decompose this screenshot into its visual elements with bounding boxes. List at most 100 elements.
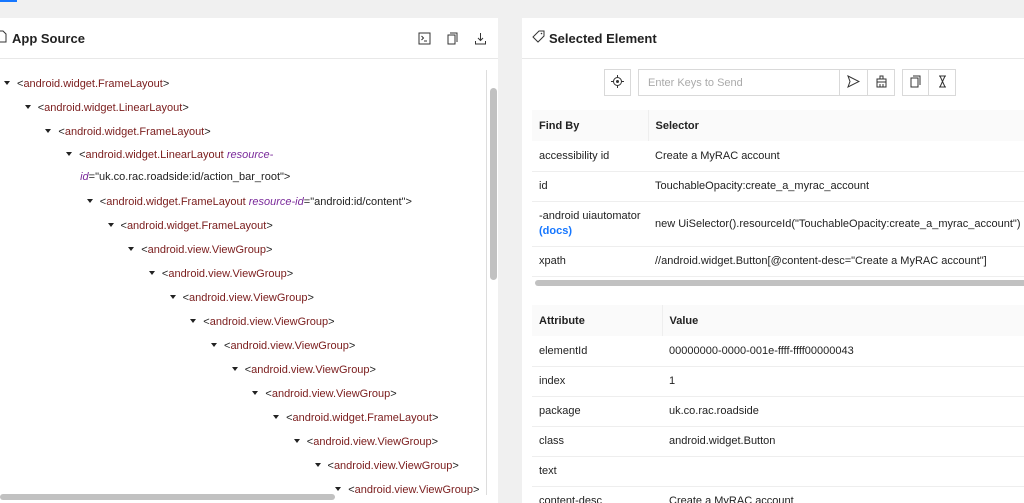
attribute-value[interactable]: 1	[662, 366, 1024, 397]
selected-element-header: Selected Element	[522, 18, 1024, 59]
source-tree: <android.widget.FrameLayout> <android.wid…	[0, 70, 487, 495]
send-keys-input[interactable]	[638, 69, 840, 96]
expand-triangle-icon[interactable]	[293, 439, 300, 444]
node-tag: android.view.ViewGroup	[354, 484, 474, 495]
expand-triangle-icon[interactable]	[314, 463, 321, 468]
node-tag: android.widget.FrameLayout	[64, 126, 205, 138]
element-actions-toolbar	[604, 69, 956, 96]
node-attr-value: "android:id/content"	[310, 196, 406, 208]
tree-node[interactable]: <android.view.ViewGroup>	[252, 382, 397, 406]
tree-node[interactable]: <android.widget.FrameLayout>	[107, 214, 273, 238]
node-tag: android.view.ViewGroup	[251, 364, 370, 376]
column-header-attribute: Attribute	[532, 305, 663, 336]
expand-triangle-icon[interactable]	[211, 343, 217, 348]
expand-triangle-icon[interactable]	[231, 367, 238, 372]
expand-triangle-icon[interactable]	[335, 487, 342, 492]
tag-icon	[532, 30, 545, 46]
attribute-value[interactable]: android.widget.Button	[662, 426, 1024, 457]
attribute-name: package	[532, 396, 662, 427]
selector-value[interactable]: TouchableOpacity:create_a_myrac_account	[648, 171, 1024, 202]
find-by-cell: id	[532, 171, 648, 202]
attribute-row: content-desc Create a MyRAC account	[532, 486, 1024, 503]
tree-node[interactable]: <android.widget.LinearLayout>	[24, 96, 189, 120]
tap-element-button[interactable]	[604, 69, 631, 96]
node-tag: android.widget.FrameLayout	[292, 412, 432, 424]
tree-vertical-scrollbar[interactable]	[490, 88, 497, 280]
attribute-value[interactable]: Create a MyRAC account	[662, 486, 1024, 503]
copy-icon[interactable]	[444, 30, 460, 46]
attribute-value[interactable]: uk.co.rac.roadside	[662, 396, 1024, 427]
attribute-row: index 1	[532, 366, 1024, 397]
expand-triangle-icon[interactable]	[86, 199, 93, 204]
attribute-row: package uk.co.rac.roadside	[532, 396, 1024, 427]
selector-value[interactable]: Create a MyRAC account	[648, 141, 1024, 172]
expand-triangle-icon[interactable]	[45, 129, 52, 134]
tree-node[interactable]: <android.widget.FrameLayout>	[273, 406, 438, 430]
tree-node[interactable]: <android.view.ViewGroup>	[128, 238, 272, 262]
node-tag: android.widget.FrameLayout	[106, 196, 246, 208]
expand-triangle-icon[interactable]	[190, 319, 197, 324]
tree-node[interactable]: <android.widget.FrameLayout>	[4, 72, 169, 96]
send-keys-button[interactable]	[840, 69, 868, 96]
node-tag: android.widget.FrameLayout	[23, 78, 163, 90]
find-by-label: -android uiautomator	[539, 209, 641, 222]
selector-row: -android uiautomator (docs) new UiSelector…	[532, 201, 1024, 247]
node-attr: resource-	[226, 149, 274, 161]
tree-node[interactable]: <android.view.ViewGroup>	[335, 478, 479, 495]
tree-node[interactable]: <android.view.ViewGroup>	[314, 454, 459, 478]
node-tag: android.view.ViewGroup	[168, 268, 287, 280]
find-by-label: xpath	[539, 255, 566, 267]
docs-link[interactable]: (docs)	[539, 225, 572, 237]
tree-node[interactable]: <android.view.ViewGroup>	[293, 430, 438, 454]
clear-icon	[875, 75, 888, 91]
clear-button[interactable]	[868, 69, 895, 96]
tree-node[interactable]: <android.view.ViewGroup>	[169, 286, 314, 310]
find-by-cell: xpath	[532, 246, 648, 277]
attribute-value[interactable]	[662, 456, 1024, 487]
expand-triangle-icon[interactable]	[169, 295, 176, 300]
app-source-panel: App Source <android.widget.FrameLayout> <…	[0, 18, 498, 503]
node-tag: android.widget.LinearLayout	[44, 102, 183, 114]
panel-title: App Source	[12, 30, 85, 46]
copy-attributes-button[interactable]	[902, 69, 929, 96]
selectors-table: Find By Selector accessibility id Create …	[532, 110, 1024, 277]
tree-node[interactable]: <android.view.ViewGroup>	[211, 334, 355, 358]
selector-row: xpath //android.widget.Button[@content-de…	[532, 246, 1024, 277]
get-timing-button[interactable]	[929, 69, 956, 96]
terminal-icon[interactable]	[416, 30, 432, 46]
panel-title: Selected Element	[549, 30, 657, 46]
tree-node[interactable]: <android.widget.FrameLayout>	[45, 120, 211, 144]
tree-node[interactable]: <android.view.ViewGroup>	[231, 358, 376, 382]
download-icon[interactable]	[472, 30, 488, 46]
expand-triangle-icon[interactable]	[24, 105, 31, 110]
find-by-label: id	[539, 180, 548, 192]
expand-triangle-icon[interactable]	[273, 415, 280, 420]
attribute-name: content-desc	[532, 486, 662, 503]
tree-node[interactable]: <android.view.ViewGroup>	[148, 262, 293, 286]
attribute-name: index	[532, 366, 662, 397]
attribute-name: text	[532, 456, 662, 487]
attribute-row: elementId 00000000-0000-001e-ffff-ffff000…	[532, 336, 1024, 367]
expand-triangle-icon[interactable]	[148, 271, 155, 276]
expand-triangle-icon[interactable]	[128, 247, 135, 252]
node-tag: android.view.ViewGroup	[147, 244, 267, 256]
attribute-value[interactable]: 00000000-0000-001e-ffff-ffff00000043	[662, 336, 1024, 367]
selector-value[interactable]: //android.widget.Button[@content-desc="C…	[648, 246, 1024, 277]
selector-value[interactable]: new UiSelector().resourceId("TouchableOp…	[648, 201, 1024, 247]
expand-triangle-icon[interactable]	[66, 152, 73, 157]
selectors-horizontal-scrollbar[interactable]	[535, 280, 1024, 286]
hourglass-icon	[936, 75, 949, 91]
expand-triangle-icon[interactable]	[252, 391, 259, 396]
expand-triangle-icon[interactable]	[4, 81, 10, 86]
attribute-row: text	[532, 456, 1024, 487]
tree-node[interactable]: <android.widget.LinearLayout resource-id…	[66, 144, 290, 188]
expand-triangle-icon[interactable]	[107, 223, 114, 228]
node-tag: android.widget.LinearLayout	[85, 149, 224, 161]
tree-node[interactable]: <android.widget.FrameLayout resource-id=…	[86, 190, 412, 214]
active-tab-indicator	[0, 0, 17, 2]
crosshair-icon	[611, 74, 624, 91]
tree-node[interactable]: <android.view.ViewGroup>	[190, 310, 335, 334]
attribute-name: class	[532, 426, 662, 457]
tree-horizontal-scrollbar[interactable]	[0, 494, 335, 500]
node-tag: android.view.ViewGroup	[271, 388, 391, 400]
